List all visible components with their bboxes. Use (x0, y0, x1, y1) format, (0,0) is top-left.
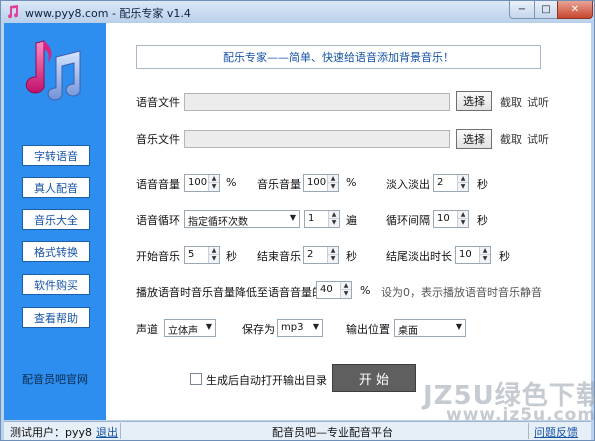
music-choose-button[interactable]: 选择 (456, 129, 492, 149)
loop-count-unit: 遍 (346, 214, 357, 227)
spin-up-icon[interactable]: ▲ (328, 247, 338, 255)
voice-choose-button[interactable]: 选择 (456, 91, 492, 111)
close-icon: ✕ (570, 4, 580, 15)
start-music-unit: 秒 (226, 250, 237, 263)
feedback-link[interactable]: 问题反馈 (534, 424, 578, 440)
music-cut-link[interactable]: 截取 (500, 131, 522, 147)
spin-down-icon[interactable]: ▼ (458, 219, 468, 227)
duck-hint: 设为0，表示播放语音时音乐静音 (381, 286, 542, 299)
voice-loop-select[interactable]: 指定循环次数 ▼ (184, 210, 300, 228)
banner: 配乐专家——简单、快速给语音添加背景音乐！ (136, 45, 541, 69)
voice-loop-label: 语音循环 (136, 214, 180, 227)
end-music-label: 结束音乐 (257, 250, 301, 263)
music-note-icon (8, 5, 19, 19)
chevron-down-icon: ▼ (205, 322, 212, 331)
music-file-input[interactable] (184, 130, 450, 148)
text-to-speech-button[interactable]: 字转语音 (22, 145, 90, 166)
human-dubbing-button[interactable]: 真人配音 (22, 177, 90, 198)
spin-down-icon[interactable]: ▼ (209, 183, 219, 191)
window-title: www.pyy8.com - 配乐专家 v1.4 (25, 7, 191, 20)
official-site-link[interactable]: 配音员吧官网 (4, 371, 106, 387)
channel-label: 声道 (136, 323, 158, 336)
main-panel: 配乐专家——简单、快速给语音添加背景音乐！ 语音文件 选择 截取 试听 音乐文件… (106, 23, 595, 425)
start-music-label: 开始音乐 (136, 250, 180, 263)
spin-up-icon[interactable]: ▲ (209, 175, 219, 183)
minimize-icon: − (517, 4, 527, 15)
music-volume-unit: % (346, 176, 357, 189)
end-music-unit: 秒 (346, 250, 357, 263)
buy-software-button[interactable]: 软件购买 (22, 274, 90, 295)
view-help-button[interactable]: 查看帮助 (22, 307, 90, 328)
logout-link[interactable]: 退出 (96, 424, 118, 440)
chevron-down-icon: ▼ (455, 322, 462, 331)
music-volume-stepper[interactable]: 100 ▲ ▼ (303, 174, 339, 192)
fade-stepper[interactable]: 2 ▲ ▼ (433, 174, 469, 192)
spin-down-icon[interactable]: ▼ (328, 183, 338, 191)
duck-label: 播放语音时音乐音量降低至语音音量的 (136, 286, 323, 299)
spin-down-icon[interactable]: ▼ (328, 255, 338, 263)
end-fade-stepper[interactable]: 10 ▲ ▼ (455, 246, 491, 264)
spin-up-icon[interactable]: ▲ (329, 211, 339, 219)
status-center-text: 配音员吧—专业配音平台 (272, 426, 393, 439)
chevron-down-icon: ▼ (312, 322, 319, 331)
spin-down-icon[interactable]: ▼ (458, 183, 468, 191)
music-listen-link[interactable]: 试听 (527, 131, 549, 147)
fade-label: 淡入淡出 (386, 178, 430, 191)
logo-music-notes-icon (25, 40, 81, 101)
spin-down-icon[interactable]: ▼ (209, 255, 219, 263)
format-convert-button[interactable]: 格式转换 (22, 241, 90, 262)
spin-up-icon[interactable]: ▲ (328, 175, 338, 183)
start-music-stepper[interactable]: 5 ▲ ▼ (184, 246, 220, 264)
maximize-button[interactable]: □ (534, 1, 558, 19)
output-location-label: 输出位置 (346, 323, 390, 336)
start-button[interactable]: 开 始 (332, 364, 416, 392)
chevron-down-icon: ▼ (289, 213, 296, 222)
auto-open-checkbox[interactable] (190, 373, 202, 385)
music-file-label: 音乐文件 (136, 133, 180, 146)
status-divider (120, 423, 121, 439)
app-window: www.pyy8.com - 配乐专家 v1.4 − □ ✕ 字转语音 真人配音… (0, 0, 595, 441)
maximize-icon: □ (541, 4, 551, 15)
close-button[interactable]: ✕ (557, 1, 593, 19)
loop-interval-unit: 秒 (477, 214, 488, 227)
current-user: 测试用户：pyy8 (10, 426, 93, 439)
spin-down-icon[interactable]: ▼ (480, 255, 490, 263)
spin-down-icon[interactable]: ▼ (329, 219, 339, 227)
loop-count-stepper[interactable]: 1 ▲ ▼ (304, 210, 340, 228)
spin-up-icon[interactable]: ▲ (209, 247, 219, 255)
voice-file-label: 语音文件 (136, 96, 180, 109)
voice-volume-label: 语音音量 (136, 178, 180, 191)
voice-volume-stepper[interactable]: 100 ▲ ▼ (184, 174, 220, 192)
voice-file-input[interactable] (184, 93, 450, 111)
voice-listen-link[interactable]: 试听 (527, 94, 549, 110)
music-volume-label: 音乐音量 (257, 178, 301, 191)
save-as-label: 保存为 (242, 323, 275, 336)
fade-unit: 秒 (477, 178, 488, 191)
end-fade-label: 结尾淡出时长 (386, 250, 452, 263)
end-music-stepper[interactable]: 2 ▲ ▼ (303, 246, 339, 264)
status-bar: 测试用户：pyy8 退出 配音员吧—专业配音平台 问题反馈 (4, 421, 591, 440)
duck-unit: % (360, 284, 371, 297)
spin-up-icon[interactable]: ▲ (458, 211, 468, 219)
channel-select[interactable]: 立体声 ▼ (164, 319, 216, 337)
spin-up-icon[interactable]: ▲ (341, 282, 351, 290)
title-bar: www.pyy8.com - 配乐专家 v1.4 − □ ✕ (1, 1, 594, 23)
duck-stepper[interactable]: 40 ▲ ▼ (316, 281, 352, 299)
minimize-button[interactable]: − (509, 1, 535, 19)
auto-open-label: 生成后自动打开输出目录 (206, 374, 327, 387)
spin-up-icon[interactable]: ▲ (480, 247, 490, 255)
voice-cut-link[interactable]: 截取 (500, 94, 522, 110)
spin-up-icon[interactable]: ▲ (458, 175, 468, 183)
output-location-select[interactable]: 桌面 ▼ (394, 319, 466, 337)
voice-volume-unit: % (226, 176, 237, 189)
loop-interval-label: 循环间隔 (386, 214, 430, 227)
sidebar: 字转语音 真人配音 音乐大全 格式转换 软件购买 查看帮助 配音员吧官网 (4, 23, 106, 420)
save-format-select[interactable]: mp3 ▼ (277, 319, 323, 337)
music-library-button[interactable]: 音乐大全 (22, 209, 90, 230)
status-divider (528, 423, 529, 439)
end-fade-unit: 秒 (499, 250, 510, 263)
spin-down-icon[interactable]: ▼ (341, 290, 351, 298)
loop-interval-stepper[interactable]: 10 ▲ ▼ (433, 210, 469, 228)
